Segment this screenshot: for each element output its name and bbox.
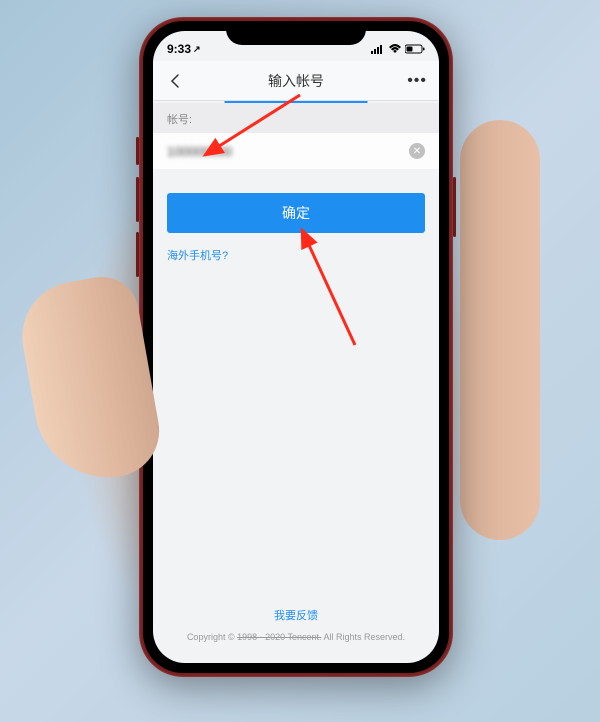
copyright-prefix: Copyright © (187, 632, 237, 642)
phone-frame: 9:33 ↗ 输入帐号 ••• 帐号: (139, 17, 453, 677)
status-time: 9:33 (167, 42, 191, 56)
hand-fingers (460, 120, 540, 540)
notch (226, 21, 366, 45)
overseas-phone-link[interactable]: 海外手机号? (153, 233, 439, 263)
chevron-left-icon (170, 73, 180, 89)
location-icon: ↗ (193, 44, 201, 55)
account-label: 帐号: (153, 103, 439, 133)
back-button[interactable] (165, 71, 185, 91)
status-icons (371, 44, 425, 54)
footer: 我要反馈 Copyright © 1998 - 2020 Tencent. Al… (153, 607, 439, 645)
copyright-text: Copyright © 1998 - 2020 Tencent. All Rig… (187, 632, 405, 642)
battery-icon (405, 44, 425, 54)
volume-down (136, 232, 139, 277)
phone-bezel: 9:33 ↗ 输入帐号 ••• 帐号: (143, 21, 449, 673)
feedback-link[interactable]: 我要反馈 (153, 607, 439, 623)
mute-switch (136, 137, 139, 165)
power-button (453, 177, 456, 237)
content-area: 帐号: ✕ 确定 海外手机号? (153, 103, 439, 263)
copyright-years: 1998 - 2020 Tencent. (237, 632, 321, 642)
screen: 9:33 ↗ 输入帐号 ••• 帐号: (153, 31, 439, 663)
nav-bar: 输入帐号 ••• (153, 61, 439, 101)
clear-button[interactable]: ✕ (409, 143, 425, 159)
signal-icon (371, 44, 385, 54)
account-input[interactable] (167, 144, 401, 159)
page-title: 输入帐号 (268, 71, 324, 91)
confirm-button[interactable]: 确定 (167, 193, 425, 233)
more-button[interactable]: ••• (407, 72, 427, 90)
volume-up (136, 177, 139, 222)
close-icon: ✕ (413, 146, 421, 157)
copyright-suffix: All Rights Reserved. (324, 632, 406, 642)
account-input-row: ✕ (153, 133, 439, 169)
wifi-icon (388, 44, 402, 54)
status-time-group: 9:33 ↗ (167, 42, 201, 56)
